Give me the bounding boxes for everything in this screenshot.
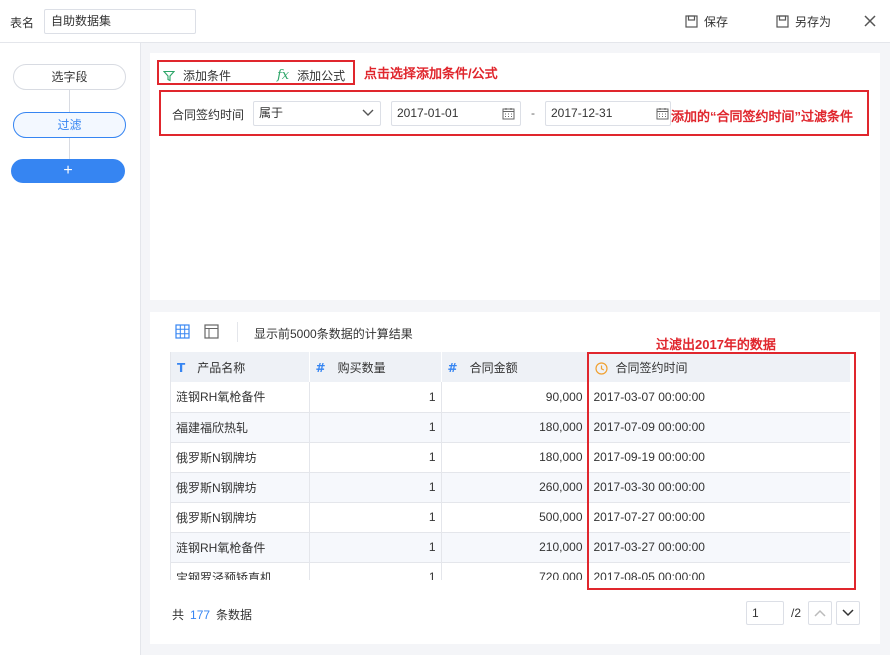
formula-icon: fx xyxy=(277,68,290,83)
cell-amount: 210,000 xyxy=(441,532,589,563)
operator-select[interactable]: 属于 xyxy=(253,101,381,126)
condition-field-label: 合同签约时间 xyxy=(172,108,245,122)
date-column-highlight xyxy=(587,352,856,590)
cell-quantity: 1 xyxy=(309,382,442,413)
steps-panel: 选字段 过滤 + xyxy=(0,43,141,655)
operator-value: 属于 xyxy=(259,106,284,120)
cell-quantity: 1 xyxy=(309,532,442,563)
number-type-icon: # xyxy=(315,360,326,375)
cell-amount: 500,000 xyxy=(441,502,589,533)
step-select-fields[interactable]: 选字段 xyxy=(13,64,126,90)
chevron-down-icon xyxy=(842,609,854,617)
date-end-value: 2017-12-31 xyxy=(551,106,613,120)
step-connector xyxy=(69,138,70,159)
table-name-label: 表名 xyxy=(10,16,35,30)
date-start-input[interactable]: 2017-01-01 xyxy=(391,101,521,126)
page-total: /2 xyxy=(791,606,802,620)
cell-product: 俄罗斯N钢牌坊 xyxy=(171,502,310,533)
table-name-input[interactable]: 自助数据集 xyxy=(44,9,196,34)
page-number-input[interactable]: 1 xyxy=(746,601,784,625)
date-end-input[interactable]: 2017-12-31 xyxy=(545,101,671,126)
close-icon[interactable] xyxy=(862,13,878,29)
cell-amount: 260,000 xyxy=(441,472,589,503)
cell-amount: 720,000 xyxy=(441,562,589,580)
cell-amount: 180,000 xyxy=(441,412,589,443)
cell-quantity: 1 xyxy=(309,562,442,580)
chevron-up-icon xyxy=(814,609,826,617)
date-separator: - xyxy=(531,106,535,120)
add-condition-label: 添加条件 xyxy=(183,69,232,83)
cell-quantity: 1 xyxy=(309,442,442,473)
text-type-icon: T xyxy=(177,360,186,375)
step-connector xyxy=(69,90,70,112)
annotation-condition: 添加的“合同签约时间”过滤条件 xyxy=(671,109,854,124)
preview-info: 显示前5000条数据的计算结果 xyxy=(254,327,413,341)
cell-product: 俄罗斯N钢牌坊 xyxy=(171,472,310,503)
row-count-value: 177 xyxy=(190,608,211,622)
add-formula-button[interactable]: fx 添加公式 xyxy=(277,67,345,84)
save-label: 保存 xyxy=(704,15,729,29)
cell-product: 涟钢RH氧枪备件 xyxy=(171,532,310,563)
top-bar: 表名 自助数据集 保存 另存为 xyxy=(0,0,890,43)
prev-page-button[interactable] xyxy=(808,601,832,625)
column-header-product[interactable]: T 产品名称 xyxy=(171,352,310,382)
cell-quantity: 1 xyxy=(309,412,442,443)
step-filter[interactable]: 过滤 xyxy=(13,112,126,138)
cell-quantity: 1 xyxy=(309,502,442,533)
annotation-result: 过滤出2017年的数据 xyxy=(656,337,776,352)
toolbar-divider xyxy=(237,322,238,342)
number-type-icon: # xyxy=(447,360,458,375)
annotation-add: 点击选择添加条件/公式 xyxy=(364,66,498,81)
table-view-icon[interactable] xyxy=(204,324,219,339)
add-formula-label: 添加公式 xyxy=(297,69,346,83)
calendar-icon xyxy=(502,108,515,120)
save-as-button[interactable]: 另存为 xyxy=(776,13,831,30)
filter-icon xyxy=(163,70,175,81)
cell-product: 俄罗斯N钢牌坊 xyxy=(171,442,310,473)
add-condition-button[interactable]: 添加条件 xyxy=(163,67,231,84)
save-as-label: 另存为 xyxy=(795,15,832,29)
save-button[interactable]: 保存 xyxy=(685,13,728,30)
cell-product: 福建福欣热轧 xyxy=(171,412,310,443)
cell-amount: 90,000 xyxy=(441,382,589,413)
save-as-icon xyxy=(776,15,789,28)
cell-product: 涟钢RH氧枪备件 xyxy=(171,382,310,413)
save-icon xyxy=(685,15,698,28)
calendar-icon[interactable] xyxy=(656,107,669,120)
add-step-button[interactable]: + xyxy=(11,159,125,183)
next-page-button[interactable] xyxy=(836,601,860,625)
column-header-amount[interactable]: # 合同金额 xyxy=(441,352,589,382)
column-header-quantity[interactable]: # 购买数量 xyxy=(309,352,442,382)
row-count: 共 177 条数据 xyxy=(172,608,253,622)
add-toolbar: 添加条件 fx 添加公式 xyxy=(157,60,355,85)
grid-view-icon[interactable] xyxy=(175,324,190,339)
cell-quantity: 1 xyxy=(309,472,442,503)
cell-product: 宝钢罗泾预矫直机 xyxy=(171,562,310,580)
chevron-down-icon xyxy=(362,109,374,116)
date-start-value: 2017-01-01 xyxy=(397,106,459,120)
cell-amount: 180,000 xyxy=(441,442,589,473)
